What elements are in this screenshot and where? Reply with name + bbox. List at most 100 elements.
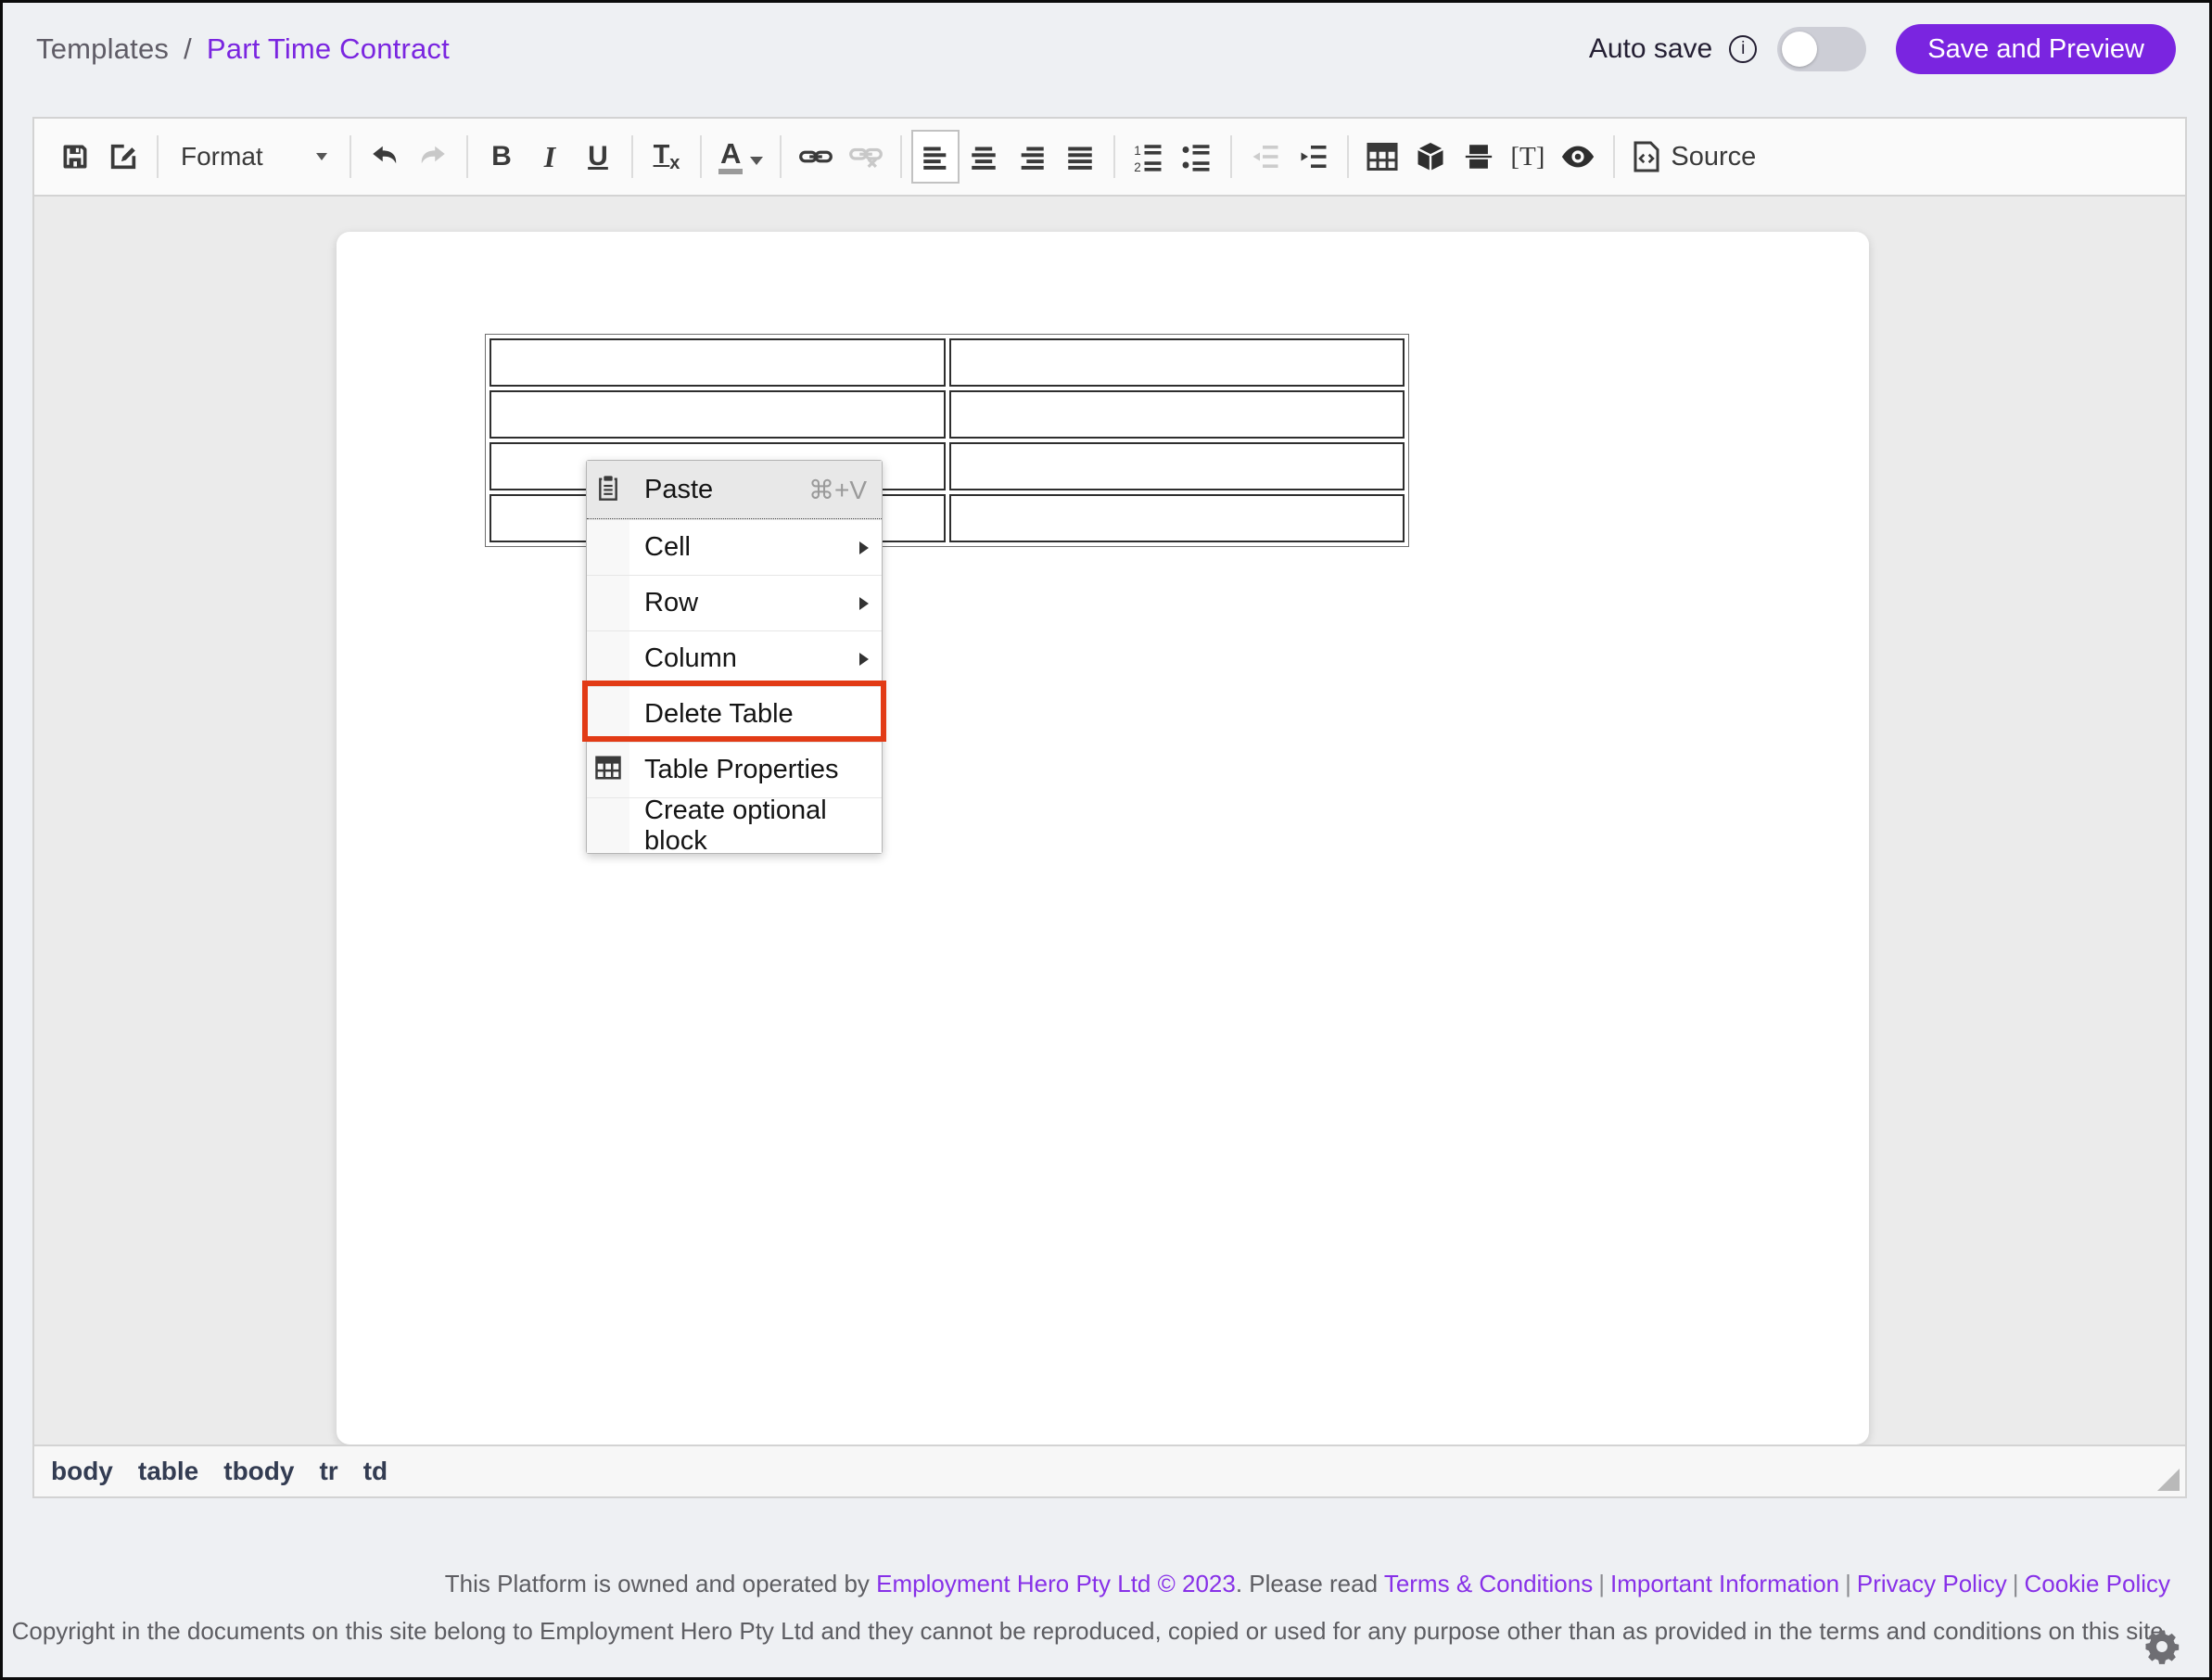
terms-conditions-link[interactable]: Terms & Conditions (1384, 1570, 1593, 1597)
info-icon[interactable]: i (1729, 35, 1757, 63)
decrease-indent-button[interactable] (1241, 130, 1290, 184)
menu-item-row[interactable]: Row (587, 575, 882, 630)
toolbar-separator (631, 135, 633, 178)
table-cell[interactable] (949, 390, 1405, 439)
remove-format-button[interactable]: Tx (642, 130, 691, 184)
path-tag-td[interactable]: td (363, 1457, 388, 1486)
menu-item-table-properties[interactable]: Table Properties (587, 742, 882, 797)
menu-item-cell[interactable]: Cell (587, 519, 882, 575)
element-path-bar: body table tbody tr td (34, 1445, 2185, 1496)
editor-toolbar: Format B I U Tx (34, 119, 2185, 197)
remove-format-icon: Tx (654, 140, 680, 174)
justify-button[interactable] (1056, 130, 1104, 184)
numbered-list-icon: 12 (1132, 140, 1165, 173)
justify-icon (1064, 141, 1096, 172)
path-tag-body[interactable]: body (51, 1457, 113, 1486)
numbered-list-button[interactable]: 12 (1125, 130, 1173, 184)
source-button[interactable]: Source (1624, 130, 1763, 184)
svg-text:1: 1 (1135, 144, 1142, 158)
template-editor-page: Templates / Part Time Contract Auto save… (3, 3, 2209, 1677)
menu-item-paste[interactable]: Paste ⌘+V (587, 461, 882, 519)
align-center-button[interactable] (960, 130, 1008, 184)
save-template-button[interactable] (51, 130, 99, 184)
editor-content-area: Paste ⌘+V Cell Row Column (34, 197, 2185, 1445)
autosave-toggle[interactable] (1777, 27, 1866, 71)
text-color-button[interactable]: A (711, 130, 770, 184)
toggle-knob (1782, 32, 1817, 67)
link-button[interactable] (791, 130, 841, 184)
undo-button[interactable] (361, 130, 409, 184)
path-tag-table[interactable]: table (138, 1457, 198, 1486)
format-dropdown[interactable]: Format (168, 128, 340, 185)
menu-item-label: Delete Table (644, 699, 794, 730)
placeholder-token-button[interactable]: [T] (1503, 130, 1552, 184)
menu-item-label: Table Properties (644, 755, 839, 785)
toolbar-separator (1230, 135, 1232, 178)
menu-item-create-optional-block[interactable]: Create optional block (587, 797, 882, 853)
table-row (489, 338, 1405, 387)
unlink-icon (848, 142, 884, 172)
table-cell[interactable] (949, 494, 1405, 542)
top-bar: Templates / Part Time Contract Auto save… (3, 3, 2209, 95)
edit-template-button[interactable] (99, 130, 147, 184)
italic-label: I (544, 140, 555, 174)
settings-gear-icon[interactable] (2142, 1627, 2181, 1671)
text-color-icon: A (718, 139, 763, 174)
redo-arrow-icon (416, 140, 450, 173)
path-tag-tbody[interactable]: tbody (223, 1457, 294, 1486)
preview-button[interactable] (1552, 130, 1604, 184)
table-cell[interactable] (949, 338, 1405, 387)
page-break-button[interactable] (1455, 130, 1503, 184)
document-page[interactable] (337, 232, 1869, 1445)
table-row (489, 390, 1405, 439)
path-tag-tr[interactable]: tr (319, 1457, 337, 1486)
menu-item-delete-table[interactable]: Delete Table (587, 686, 882, 742)
privacy-policy-link[interactable]: Privacy Policy (1857, 1570, 2007, 1597)
menu-item-label: Create optional block (644, 795, 882, 857)
submenu-arrow-icon (859, 653, 869, 666)
employment-hero-link[interactable]: Employment Hero Pty Ltd © 2023 (876, 1570, 1236, 1597)
toolbar-separator (1347, 135, 1349, 178)
cookie-policy-link[interactable]: Cookie Policy (2024, 1570, 2170, 1597)
page-break-icon (1463, 141, 1494, 172)
underline-button[interactable]: U (574, 130, 622, 184)
footer-text: . Please read (1236, 1570, 1384, 1597)
cube-icon (1414, 140, 1447, 173)
menu-item-label: Row (644, 588, 698, 618)
redo-button[interactable] (409, 130, 457, 184)
bold-button[interactable]: B (477, 130, 526, 184)
italic-button[interactable]: I (526, 130, 574, 184)
eye-icon (1559, 141, 1596, 172)
source-code-icon (1632, 140, 1661, 173)
toolbar-separator (700, 135, 702, 178)
align-left-button[interactable] (911, 130, 960, 184)
chevron-down-icon (316, 153, 327, 160)
insert-table-button[interactable] (1358, 130, 1406, 184)
table-cell[interactable] (949, 442, 1405, 490)
important-information-link[interactable]: Important Information (1610, 1570, 1839, 1597)
table-cell[interactable] (489, 338, 946, 387)
toolbar-separator (350, 135, 351, 178)
menu-item-label: Cell (644, 532, 691, 563)
footer-separator: | (1839, 1570, 1857, 1597)
header-actions: Auto save i Save and Preview (1589, 24, 2176, 74)
bullet-list-icon (1180, 140, 1214, 173)
resize-handle[interactable] (2157, 1469, 2180, 1491)
save-and-preview-button[interactable]: Save and Preview (1896, 24, 2176, 74)
insert-block-button[interactable] (1406, 130, 1455, 184)
menu-item-column[interactable]: Column (587, 630, 882, 686)
table-cell[interactable] (489, 390, 946, 439)
align-right-button[interactable] (1008, 130, 1056, 184)
toolbar-separator (466, 135, 468, 178)
underline-label: U (588, 141, 608, 172)
bullet-list-button[interactable] (1173, 130, 1221, 184)
table-icon (1366, 141, 1399, 172)
breadcrumb-current-page: Part Time Contract (207, 32, 450, 66)
breadcrumb-templates-link[interactable]: Templates (36, 32, 169, 66)
increase-indent-button[interactable] (1290, 130, 1338, 184)
autosave-label: Auto save (1589, 33, 1712, 65)
bold-label: B (491, 141, 512, 172)
breadcrumb: Templates / Part Time Contract (36, 32, 450, 66)
unlink-button[interactable] (841, 130, 891, 184)
menu-icon-gutter (587, 461, 629, 518)
